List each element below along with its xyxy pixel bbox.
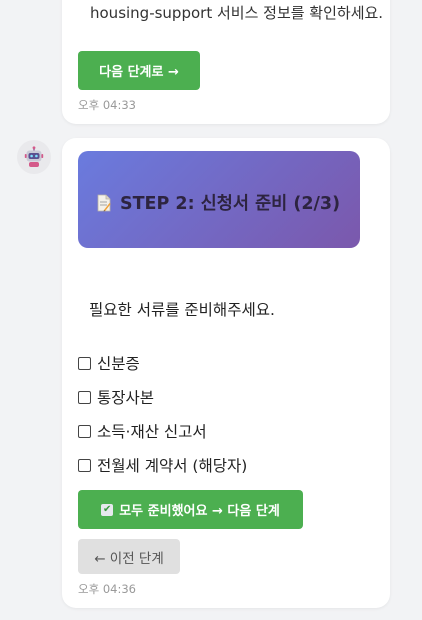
message-timestamp: 오후 04:33 bbox=[78, 98, 136, 112]
checklist-item[interactable]: 통장사본 bbox=[78, 380, 247, 414]
document-icon bbox=[97, 194, 111, 212]
checklist-label: 신분증 bbox=[97, 355, 140, 373]
next-step-button[interactable]: 다음 단계로 → bbox=[78, 51, 200, 90]
checklist-label: 전월세 계약서 (해당자) bbox=[97, 457, 248, 475]
previous-step-button[interactable]: ← 이전 단계 bbox=[78, 539, 180, 574]
checkbox[interactable] bbox=[78, 458, 91, 472]
bot-avatar bbox=[17, 140, 51, 174]
robot-icon bbox=[24, 146, 44, 167]
checkbox[interactable] bbox=[78, 390, 91, 404]
message-timestamp: 오후 04:36 bbox=[78, 582, 136, 596]
bot-message-bubble: STEP 2: 신청서 준비 (2/3) 필요한 서류를 준비해주세요. 신분증… bbox=[62, 138, 390, 608]
checkbox[interactable] bbox=[78, 424, 91, 438]
checklist-item[interactable]: 전월세 계약서 (해당자) bbox=[78, 448, 247, 482]
checkbox[interactable] bbox=[78, 356, 91, 370]
confirm-ready-button[interactable]: ✔ 모두 준비했어요 → 다음 단계 bbox=[78, 490, 303, 529]
step-title: STEP 2: 신청서 준비 (2/3) bbox=[120, 194, 341, 214]
checklist-item[interactable]: 소득·재산 신고서 bbox=[78, 414, 247, 448]
checklist-label: 통장사본 bbox=[97, 389, 155, 407]
confirm-button-label: 모두 준비했어요 → 다음 단계 bbox=[119, 504, 280, 519]
bot-message-bubble: housing-support 서비스 정보를 확인하세요. 다음 단계로 → … bbox=[62, 0, 390, 124]
check-mark-icon: ✔ bbox=[101, 503, 114, 516]
step-header: STEP 2: 신청서 준비 (2/3) bbox=[78, 151, 360, 248]
checklist-item[interactable]: 신분증 bbox=[78, 346, 247, 380]
message-text: housing-support 서비스 정보를 확인하세요. bbox=[90, 4, 384, 22]
chat-container: housing-support 서비스 정보를 확인하세요. 다음 단계로 → … bbox=[0, 0, 422, 620]
document-checklist: 신분증 통장사본 소득·재산 신고서 전월세 계약서 (해당자) bbox=[78, 346, 247, 482]
step-title-row: STEP 2: 신청서 준비 (2/3) bbox=[97, 190, 340, 215]
checklist-label: 소득·재산 신고서 bbox=[97, 423, 207, 441]
instruction-text: 필요한 서류를 준비해주세요. bbox=[89, 301, 275, 319]
